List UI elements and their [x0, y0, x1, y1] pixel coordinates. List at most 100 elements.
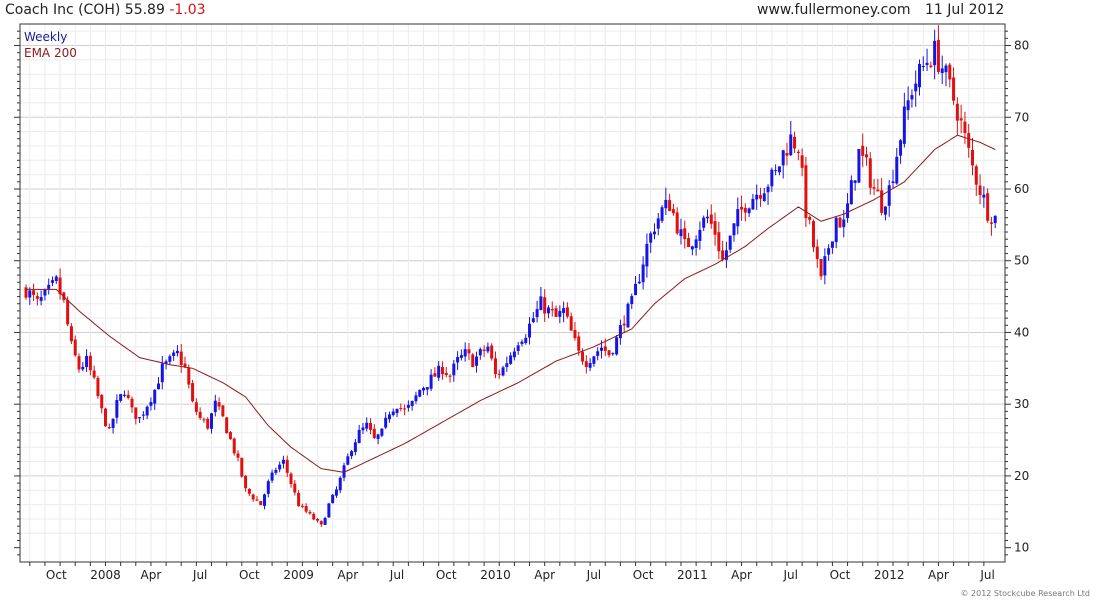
candle-body-up: [853, 180, 857, 183]
candle-body-up: [910, 95, 914, 100]
x-tick-label: Oct: [633, 568, 654, 582]
candle-body-up: [175, 350, 179, 354]
candle-body-down: [92, 370, 96, 378]
candle-body-down: [293, 483, 297, 493]
candle-body-up: [732, 223, 736, 236]
candle-body-up: [456, 357, 460, 363]
candle-body-up: [906, 100, 910, 111]
candle-body-down: [433, 373, 437, 377]
candle-body-up: [626, 303, 630, 328]
candle-body-down: [35, 296, 39, 299]
candle-body-up: [410, 400, 414, 406]
candle-body-down: [88, 355, 92, 371]
candle-body-up: [138, 417, 142, 419]
candle-body-down: [721, 250, 725, 260]
candle-body-down: [800, 155, 804, 168]
candle-body-up: [512, 351, 516, 358]
candle-body-down: [32, 290, 36, 295]
candle-body-up: [327, 503, 331, 518]
candle-body-down: [289, 473, 293, 485]
candle-body-up: [365, 422, 369, 429]
candle-body-up: [51, 280, 55, 283]
candle-body-up: [546, 307, 550, 314]
candle-body-up: [834, 217, 838, 243]
candle-body-down: [554, 308, 558, 317]
candle-body-up: [618, 325, 622, 339]
candle-body-down: [948, 64, 952, 80]
candle-body-up: [846, 203, 850, 219]
candle-body-up: [145, 406, 149, 416]
candle-body-down: [225, 417, 229, 434]
candle-body-up: [266, 481, 270, 494]
candle-body-down: [758, 195, 762, 199]
candle-body-up: [857, 149, 861, 183]
candle-body-up: [895, 156, 899, 184]
candle-body-down: [259, 501, 263, 506]
candle-body-down: [936, 39, 940, 72]
candle-body-up: [588, 362, 592, 368]
candle-body-up: [883, 206, 887, 215]
candle-body-up: [505, 363, 509, 367]
candle-body-down: [297, 492, 301, 507]
candle-body-up: [921, 65, 925, 68]
candle-body-up: [762, 193, 766, 202]
candle-body-down: [194, 402, 198, 412]
candle-body-up: [28, 290, 32, 298]
candle-body-up: [387, 414, 391, 420]
candle-body-down: [202, 419, 206, 421]
candle-body-up: [702, 217, 706, 228]
candle-body-up: [122, 394, 126, 396]
candle-body-down: [300, 505, 304, 507]
candle-body-up: [774, 170, 778, 172]
candle-body-up: [694, 239, 698, 248]
candle-body-up: [414, 395, 418, 402]
candle-body-up: [281, 459, 285, 464]
candle-body-down: [815, 246, 819, 260]
candle-body-up: [562, 308, 566, 314]
candle-body-down: [497, 373, 501, 375]
x-tick-label: Apr: [731, 568, 752, 582]
y-tick-label: 60: [1014, 182, 1029, 196]
y-tick-label: 40: [1014, 325, 1029, 339]
x-tick-label: 2012: [874, 568, 905, 582]
candle-body-down: [974, 166, 978, 185]
x-tick-label: Oct: [46, 568, 67, 582]
candle-body-up: [380, 428, 384, 436]
candle-body-down: [550, 308, 554, 311]
candle-body-down: [668, 200, 672, 212]
x-tick-label: 2008: [90, 568, 121, 582]
candle-body-down: [308, 511, 312, 514]
candle-body-up: [914, 83, 918, 92]
candle-body-down: [819, 258, 823, 277]
candle-body-up: [54, 276, 58, 282]
candle-body-up: [558, 310, 562, 317]
candle-body-down: [963, 121, 967, 134]
candle-body-up: [153, 389, 157, 404]
candle-body-up: [486, 346, 490, 352]
candle-body-up: [149, 401, 153, 406]
candle-body-down: [986, 193, 990, 221]
y-tick-label: 10: [1014, 541, 1029, 555]
candle-body-up: [728, 235, 732, 250]
y-tick-label: 50: [1014, 254, 1029, 268]
candle-body-down: [687, 238, 691, 248]
candle-body-up: [940, 68, 944, 74]
candle-body-up: [770, 169, 774, 187]
candle-body-down: [191, 383, 195, 402]
candle-body-up: [168, 356, 172, 362]
candle-body-down: [967, 132, 971, 148]
grid: [20, 24, 1005, 562]
candle-body-down: [581, 351, 585, 362]
candle-body-up: [690, 246, 694, 250]
y-tick-label: 70: [1014, 110, 1029, 124]
candle-body-down: [217, 402, 221, 407]
candle-body-up: [679, 229, 683, 237]
candle-body-up: [705, 216, 709, 219]
candle-body-down: [671, 209, 675, 214]
candle-body-up: [376, 434, 380, 439]
candle-body-down: [709, 214, 713, 224]
candle-body-down: [607, 350, 611, 356]
candle-body-down: [183, 363, 187, 367]
candle-body-up: [452, 363, 456, 376]
x-tick-label: 2011: [677, 568, 708, 582]
